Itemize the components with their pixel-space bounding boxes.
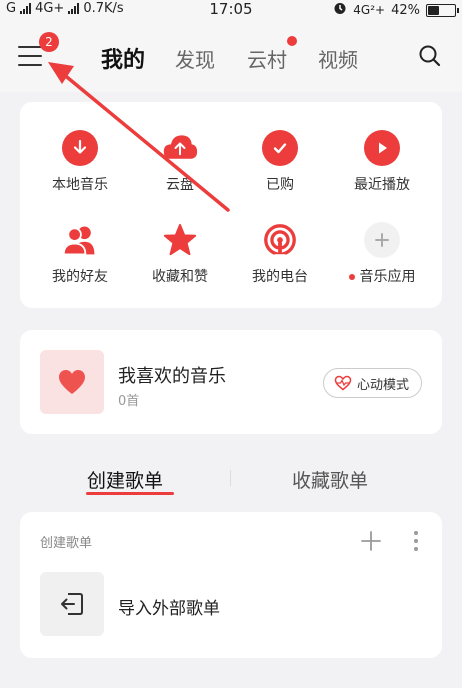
tab-created-playlists[interactable]: 创建歌单 xyxy=(87,466,163,493)
cloud-upload-icon xyxy=(162,130,198,166)
tab-discover[interactable]: 发现 xyxy=(175,44,215,73)
liked-music-title: 我喜欢的音乐 xyxy=(118,366,226,387)
search-icon xyxy=(419,45,441,67)
battery-percent: 42% xyxy=(391,2,420,18)
tab-community[interactable]: 云村 xyxy=(247,44,287,73)
radio-icon xyxy=(262,222,298,258)
created-playlists-header: 创建歌单 xyxy=(40,536,93,551)
music-apps-item[interactable]: 音乐应用 xyxy=(332,222,432,286)
favorites-likes-label: 收藏和赞 xyxy=(152,269,208,285)
tab-video[interactable]: 视频 xyxy=(318,44,358,73)
created-playlists-card: 创建歌单 导入外部歌单 xyxy=(20,512,442,658)
liked-music-count: 0首 xyxy=(118,394,140,409)
tab-divider xyxy=(230,470,231,486)
friends-item[interactable]: 我的好友 xyxy=(30,222,130,286)
quick-actions-card: 本地音乐 云盘 已购 最近播放 我的好友 收藏和赞 我的电台 音乐应用 xyxy=(20,102,442,308)
play-icon xyxy=(364,130,400,166)
recent-play-item[interactable]: 最近播放 xyxy=(332,130,432,194)
purchased-label: 已购 xyxy=(266,177,294,193)
network-type-label: 4G²+ xyxy=(353,3,386,17)
app-header: 2 我的 发现 云村 视频 xyxy=(0,18,462,92)
import-icon xyxy=(61,593,83,615)
more-vertical-icon xyxy=(414,531,418,551)
music-apps-label-wrap: 音乐应用 xyxy=(332,266,432,286)
heart-icon xyxy=(59,370,85,394)
search-button[interactable] xyxy=(418,44,442,68)
tab-mine[interactable]: 我的 xyxy=(101,42,145,74)
liked-music-card[interactable]: 我喜欢的音乐 0首 心动模式 xyxy=(20,330,442,434)
cloud-drive-label: 云盘 xyxy=(166,177,194,193)
favorites-likes-item[interactable]: 收藏和赞 xyxy=(130,222,230,286)
plus-icon xyxy=(364,222,400,258)
tab-collected-playlists[interactable]: 收藏歌单 xyxy=(292,466,368,493)
more-options-button[interactable] xyxy=(412,530,420,552)
import-playlist-icon-box[interactable] xyxy=(40,572,104,636)
heartbeat-mode-label: 心动模式 xyxy=(356,377,409,393)
local-music-label: 本地音乐 xyxy=(52,177,108,193)
purchased-item[interactable]: 已购 xyxy=(230,130,330,194)
status-right: 4G²+ 42% xyxy=(333,1,459,19)
music-apps-label: 音乐应用 xyxy=(359,269,416,285)
star-icon xyxy=(162,222,198,258)
heartbeat-icon xyxy=(334,375,352,391)
status-bar: G 4G+ 0.7K/s 17:05 4G²+ 42% xyxy=(0,0,462,18)
friends-label: 我的好友 xyxy=(52,269,108,285)
battery-icon xyxy=(426,3,459,17)
add-playlist-button[interactable] xyxy=(360,530,382,552)
playlist-tabs: 创建歌单 收藏歌单 xyxy=(0,456,462,500)
top-nav: 我的 发现 云村 视频 xyxy=(0,36,462,76)
heartbeat-mode-button[interactable]: 心动模式 xyxy=(322,368,422,398)
import-playlist-label[interactable]: 导入外部歌单 xyxy=(118,594,220,619)
liked-music-cover xyxy=(40,350,104,414)
active-tab-indicator xyxy=(86,492,174,495)
my-radio-item[interactable]: 我的电台 xyxy=(230,222,330,286)
plus-icon xyxy=(361,531,381,551)
check-icon xyxy=(262,130,298,166)
new-dot xyxy=(348,274,355,280)
cloud-drive-item[interactable]: 云盘 xyxy=(130,130,230,194)
friends-icon xyxy=(62,222,98,258)
recent-play-label: 最近播放 xyxy=(354,177,410,193)
local-music-item[interactable]: 本地音乐 xyxy=(30,130,130,194)
download-icon xyxy=(62,130,98,166)
my-radio-label: 我的电台 xyxy=(252,269,308,285)
alarm-icon xyxy=(333,1,347,19)
community-dot xyxy=(287,36,297,46)
